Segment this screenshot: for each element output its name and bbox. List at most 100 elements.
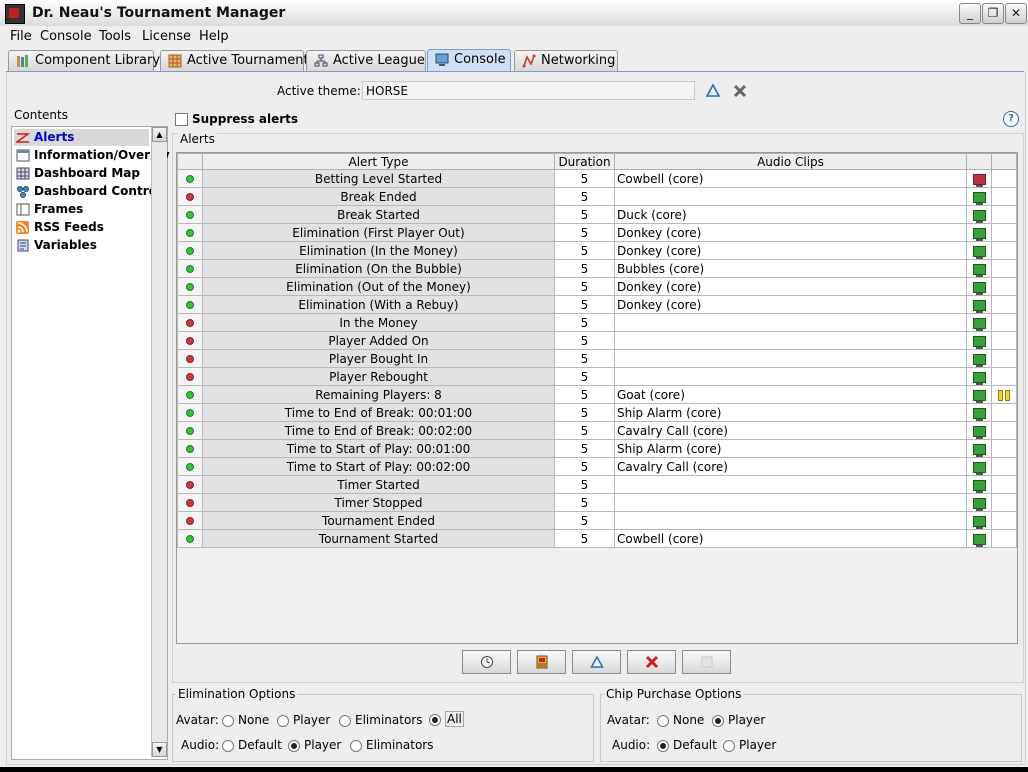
display-cell[interactable] xyxy=(966,349,992,368)
display-cell[interactable] xyxy=(966,367,992,386)
table-row[interactable]: Tournament Started 5 Cowbell (core) xyxy=(177,529,1017,548)
display-cell[interactable] xyxy=(966,475,992,494)
table-row[interactable]: Break Ended 5 xyxy=(177,187,1017,206)
help-icon[interactable]: ? xyxy=(1003,111,1019,127)
alert-type-cell[interactable]: Elimination (First Player Out) xyxy=(202,223,555,242)
alert-type-cell[interactable]: Player Rebought xyxy=(202,367,555,386)
tree-item-alerts[interactable]: Alerts xyxy=(14,129,149,146)
display-cell[interactable] xyxy=(966,295,992,314)
audio-clip-cell[interactable] xyxy=(614,187,967,206)
delta-icon[interactable] xyxy=(705,83,721,99)
column-header-pause[interactable] xyxy=(991,153,1017,170)
menu-help[interactable]: Help xyxy=(199,29,229,44)
pause-cell[interactable] xyxy=(991,349,1017,368)
pause-cell[interactable] xyxy=(991,259,1017,278)
checkbox-box[interactable] xyxy=(175,113,188,126)
suppress-alerts-checkbox[interactable]: Suppress alerts xyxy=(175,112,298,126)
chip-audio-player[interactable]: Player xyxy=(723,738,776,752)
menu-tools[interactable]: Tools xyxy=(99,29,131,44)
tab-console[interactable]: Console xyxy=(427,49,511,71)
menu-file[interactable]: File xyxy=(10,29,32,44)
table-row[interactable]: Time to Start of Play: 00:02:00 5 Cavalry … xyxy=(177,457,1017,476)
audio-clip-cell[interactable] xyxy=(614,493,967,512)
alert-type-cell[interactable]: Time to End of Break: 00:01:00 xyxy=(202,403,555,422)
radio-button-selected[interactable] xyxy=(657,739,669,752)
duration-cell[interactable]: 5 xyxy=(554,493,615,512)
pause-cell[interactable] xyxy=(991,511,1017,530)
status-cell[interactable] xyxy=(177,457,203,476)
status-cell[interactable] xyxy=(177,493,203,512)
display-cell[interactable] xyxy=(966,259,992,278)
table-row[interactable]: In the Money 5 xyxy=(177,313,1017,332)
table-row[interactable]: Player Added On 5 xyxy=(177,331,1017,350)
audio-clip-cell[interactable]: Donkey (core) xyxy=(614,223,967,242)
duration-cell[interactable]: 5 xyxy=(554,457,615,476)
duration-cell[interactable]: 5 xyxy=(554,169,615,188)
menu-console[interactable]: Console xyxy=(40,29,92,44)
table-row[interactable]: Elimination (First Player Out) 5 Donkey (c… xyxy=(177,223,1017,242)
display-cell[interactable] xyxy=(966,313,992,332)
edit-alert-button[interactable] xyxy=(572,650,621,674)
alert-type-cell[interactable]: Break Started xyxy=(202,205,555,224)
audio-clip-cell[interactable]: Donkey (core) xyxy=(614,295,967,314)
audio-clip-cell[interactable]: Cavalry Call (core) xyxy=(614,457,967,476)
pause-cell[interactable] xyxy=(991,277,1017,296)
alert-type-cell[interactable]: Elimination (On the Bubble) xyxy=(202,259,555,278)
tree-item-information-overlay[interactable]: Information/Overlay xyxy=(14,147,170,164)
table-row[interactable]: Betting Level Started 5 Cowbell (core) xyxy=(177,169,1017,188)
alert-type-cell[interactable]: Betting Level Started xyxy=(202,169,555,188)
duration-cell[interactable]: 5 xyxy=(554,277,615,296)
audio-clip-cell[interactable] xyxy=(614,331,967,350)
alert-type-cell[interactable]: Timer Started xyxy=(202,475,555,494)
pause-cell[interactable] xyxy=(991,421,1017,440)
status-cell[interactable] xyxy=(177,313,203,332)
duration-cell[interactable]: 5 xyxy=(554,313,615,332)
pause-cell[interactable] xyxy=(991,493,1017,512)
elimination-avatar-player[interactable]: Player xyxy=(277,713,330,727)
display-cell[interactable] xyxy=(966,331,992,350)
table-row[interactable]: Tournament Ended 5 xyxy=(177,511,1017,530)
status-cell[interactable] xyxy=(177,385,203,404)
display-cell[interactable] xyxy=(966,511,992,530)
column-header-indicator[interactable] xyxy=(177,153,203,170)
duration-cell[interactable]: 5 xyxy=(554,331,615,350)
pause-cell[interactable] xyxy=(991,475,1017,494)
chip-audio-default[interactable]: Default xyxy=(657,738,717,752)
pause-cell[interactable] xyxy=(991,529,1017,548)
status-cell[interactable] xyxy=(177,223,203,242)
duration-cell[interactable]: 5 xyxy=(554,439,615,458)
duration-cell[interactable]: 5 xyxy=(554,259,615,278)
radio-button-selected[interactable] xyxy=(712,714,724,727)
disabled-action-button[interactable] xyxy=(682,650,731,674)
scroll-down-button[interactable]: ▼ xyxy=(152,742,167,757)
display-cell[interactable] xyxy=(966,385,992,404)
status-cell[interactable] xyxy=(177,529,203,548)
audio-clip-button[interactable] xyxy=(517,650,566,674)
elimination-audio-player[interactable]: Player xyxy=(288,738,341,752)
duration-cell[interactable]: 5 xyxy=(554,475,615,494)
display-cell[interactable] xyxy=(966,241,992,260)
audio-clip-cell[interactable] xyxy=(614,349,967,368)
timing-button[interactable] xyxy=(462,650,511,674)
table-row[interactable]: Time to Start of Play: 00:01:00 5 Ship Ala… xyxy=(177,439,1017,458)
column-header-alert-type[interactable]: Alert Type xyxy=(202,153,555,170)
duration-cell[interactable]: 5 xyxy=(554,241,615,260)
alert-type-cell[interactable]: Player Bought In xyxy=(202,349,555,368)
table-row[interactable]: Timer Started 5 xyxy=(177,475,1017,494)
display-cell[interactable] xyxy=(966,439,992,458)
status-cell[interactable] xyxy=(177,367,203,386)
status-cell[interactable] xyxy=(177,349,203,368)
audio-clip-cell[interactable]: Bubbles (core) xyxy=(614,259,967,278)
tree-item-dashboard-control[interactable]: Dashboard Control xyxy=(14,183,161,200)
radio-button[interactable] xyxy=(657,714,669,727)
audio-clip-cell[interactable] xyxy=(614,511,967,530)
display-cell[interactable] xyxy=(966,223,992,242)
radio-button-selected[interactable] xyxy=(288,739,300,752)
audio-clip-cell[interactable]: Ship Alarm (core) xyxy=(614,403,967,422)
alert-type-cell[interactable]: Elimination (With a Rebuy) xyxy=(202,295,555,314)
display-cell[interactable] xyxy=(966,187,992,206)
pause-cell[interactable] xyxy=(991,403,1017,422)
column-header-display[interactable] xyxy=(966,153,992,170)
elimination-avatar-eliminators[interactable]: Eliminators xyxy=(339,713,422,727)
table-row[interactable]: Time to End of Break: 00:01:00 5 Ship Alar… xyxy=(177,403,1017,422)
